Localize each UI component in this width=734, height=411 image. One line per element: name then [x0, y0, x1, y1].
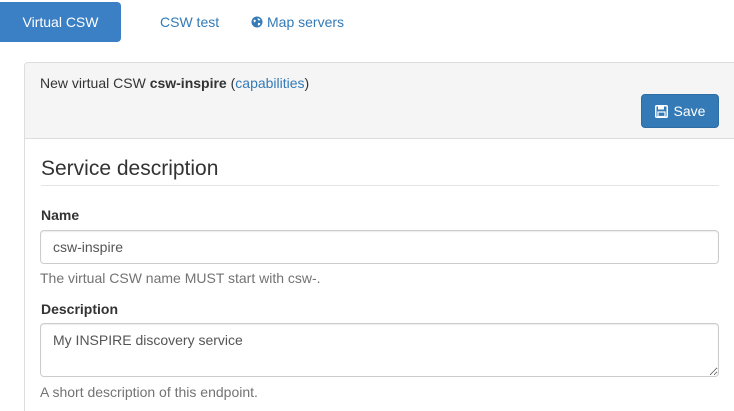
description-help-text: A short description of this endpoint. [40, 384, 258, 400]
floppy-disk-icon [654, 105, 668, 118]
tab-virtual-csw[interactable]: Virtual CSW [0, 2, 121, 42]
close-paren: ) [304, 75, 310, 91]
virtual-csw-panel: New virtual CSW csw-inspire (capabilitie… [24, 62, 734, 411]
name-help-text: The virtual CSW name MUST start with csw… [40, 270, 321, 286]
name-field[interactable] [40, 230, 719, 264]
tab-map-servers[interactable]: Map servers [251, 2, 344, 42]
heading-prefix: New virtual CSW [40, 75, 150, 91]
globe-icon [251, 16, 263, 28]
description-label: Description [41, 301, 119, 317]
nav-tabs: Virtual CSW CSW test Map servers [0, 2, 734, 42]
capabilities-link[interactable]: capabilities [235, 75, 304, 91]
panel-heading-text: New virtual CSW csw-inspire (capabilitie… [40, 75, 309, 91]
tab-map-servers-label: Map servers [267, 14, 345, 30]
save-button-label: Save [673, 103, 706, 119]
save-button[interactable]: Save [641, 94, 719, 128]
open-paren: ( [226, 75, 236, 91]
section-title: Service description [41, 157, 719, 186]
name-label: Name [41, 207, 80, 223]
description-field[interactable]: My INSPIRE discovery service [40, 323, 719, 377]
panel-heading: New virtual CSW csw-inspire (capabilitie… [25, 63, 734, 139]
tab-csw-test[interactable]: CSW test [160, 2, 219, 42]
csw-name: csw-inspire [149, 75, 227, 91]
